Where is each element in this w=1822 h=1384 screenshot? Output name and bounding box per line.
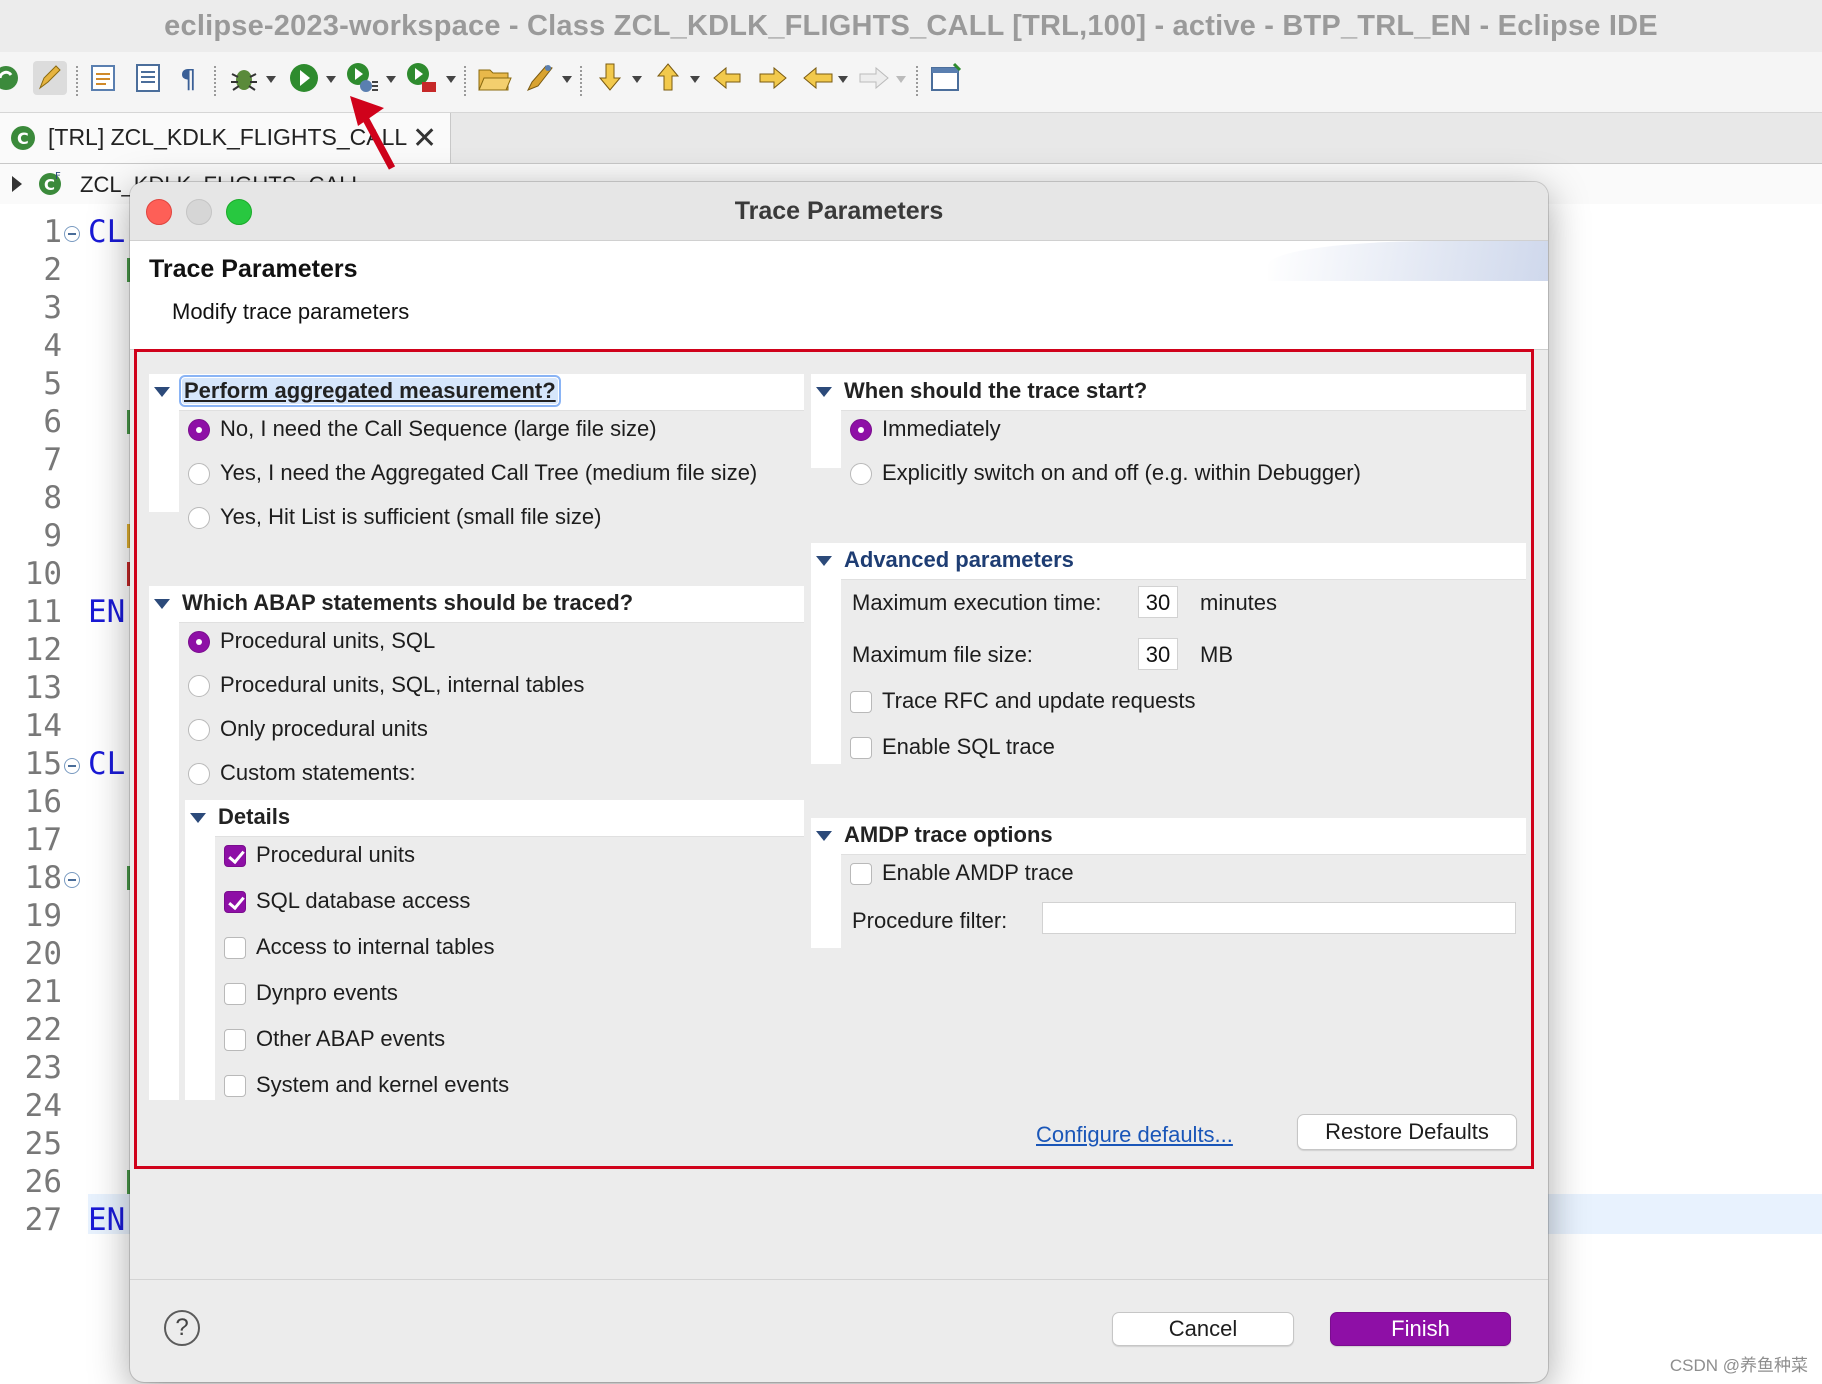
line-number: 6 [43,404,62,440]
line-number: 18 [24,860,62,896]
minimize-window-button[interactable] [186,199,212,225]
next-annotation-icon[interactable] [592,60,628,96]
line-number: 23 [24,1050,62,1086]
svg-text:C: C [17,129,29,148]
line-number: 10 [24,556,62,592]
edit-pencil-icon[interactable] [32,60,68,96]
sync-icon[interactable] [0,60,26,96]
prev-annotation-icon[interactable] [650,60,686,96]
launch-icon[interactable] [522,60,558,96]
line-number: 13 [24,670,62,706]
open-folder-icon[interactable] [476,60,512,96]
help-icon[interactable]: ? [164,1310,200,1346]
finish-button[interactable]: Finish [1330,1312,1511,1346]
code-keyword: CL [88,746,126,782]
profile-icon[interactable] [344,60,380,96]
line-number: 16 [24,784,62,820]
line-number: 20 [24,936,62,972]
header-banner-graphic [1268,241,1548,281]
forward-icon[interactable] [856,60,892,96]
svg-text:C: C [44,176,55,194]
svg-text:F: F [55,171,61,182]
line-number: 19 [24,898,62,934]
cancel-button[interactable]: Cancel [1112,1312,1294,1346]
abap-class-icon: C [11,126,35,150]
header-subtitle: Modify trace parameters [172,299,410,324]
close-window-button[interactable] [146,199,172,225]
dialog-header: Trace Parameters Modify trace parameters [130,241,1548,350]
line-number: 1 [43,214,62,250]
line-number-gutter: 1 2 3 4 5 6 7 8 9 10 11 12 13 14 15 16 1… [0,204,80,1384]
new-window-icon[interactable] [928,60,964,96]
svg-text:¶: ¶ [180,65,197,95]
line-number: 12 [24,632,62,668]
pilcrow-icon[interactable]: ¶ [172,60,208,96]
trace-parameters-dialog: Trace Parameters Trace Parameters Modify… [130,182,1548,1382]
code-keyword: CL [88,214,126,250]
back-edit-icon[interactable] [710,60,746,96]
fold-toggle-icon[interactable] [64,758,80,774]
fold-toggle-icon[interactable] [64,872,80,888]
watermark: CSDN @养鱼种菜 [1669,1356,1808,1375]
line-number: 11 [24,594,62,630]
line-number: 14 [24,708,62,744]
line-number: 4 [43,328,62,364]
line-number: 24 [24,1088,62,1124]
line-number: 21 [24,974,62,1010]
code-keyword: EN [88,1202,126,1238]
line-number: 22 [24,1012,62,1048]
line-number: 3 [43,290,62,326]
dialog-titlebar[interactable]: Trace Parameters [130,182,1548,241]
line-number: 7 [43,442,62,478]
activate-icon[interactable] [86,60,122,96]
debug-bug-icon[interactable] [226,60,262,96]
annotation-highlight-box [134,349,1534,1169]
line-number: 26 [24,1164,62,1200]
annotation-arrow-icon [350,96,396,170]
window-title: eclipse-2023-workspace - Class ZCL_KDLK_… [0,0,1822,52]
footer-divider [130,1279,1548,1280]
close-icon[interactable]: ✕ [412,121,437,156]
main-toolbar: ¶ [0,52,1822,113]
code-keyword: EN [88,594,126,630]
run-icon[interactable] [286,60,322,96]
line-number: 8 [43,480,62,516]
header-title: Trace Parameters [149,255,358,283]
editor-tab-bar: C [TRL] ZCL_KDLK_FLIGHTS_CALL ✕ [0,113,1822,164]
coverage-icon[interactable] [404,60,440,96]
forward-edit-icon[interactable] [754,60,790,96]
expand-arrow-icon[interactable] [12,176,22,192]
line-number: 15 [24,746,62,782]
line-number: 5 [43,366,62,402]
line-number: 25 [24,1126,62,1162]
fold-toggle-icon[interactable] [64,226,80,242]
back-icon[interactable] [800,60,836,96]
dialog-title: Trace Parameters [734,197,944,225]
line-number: 27 [24,1202,62,1238]
line-number: 9 [43,518,62,554]
zoom-window-button[interactable] [226,199,252,225]
line-number: 17 [24,822,62,858]
document-icon[interactable] [130,60,166,96]
line-number: 2 [43,252,62,288]
abap-class-icon: CF [39,171,61,195]
